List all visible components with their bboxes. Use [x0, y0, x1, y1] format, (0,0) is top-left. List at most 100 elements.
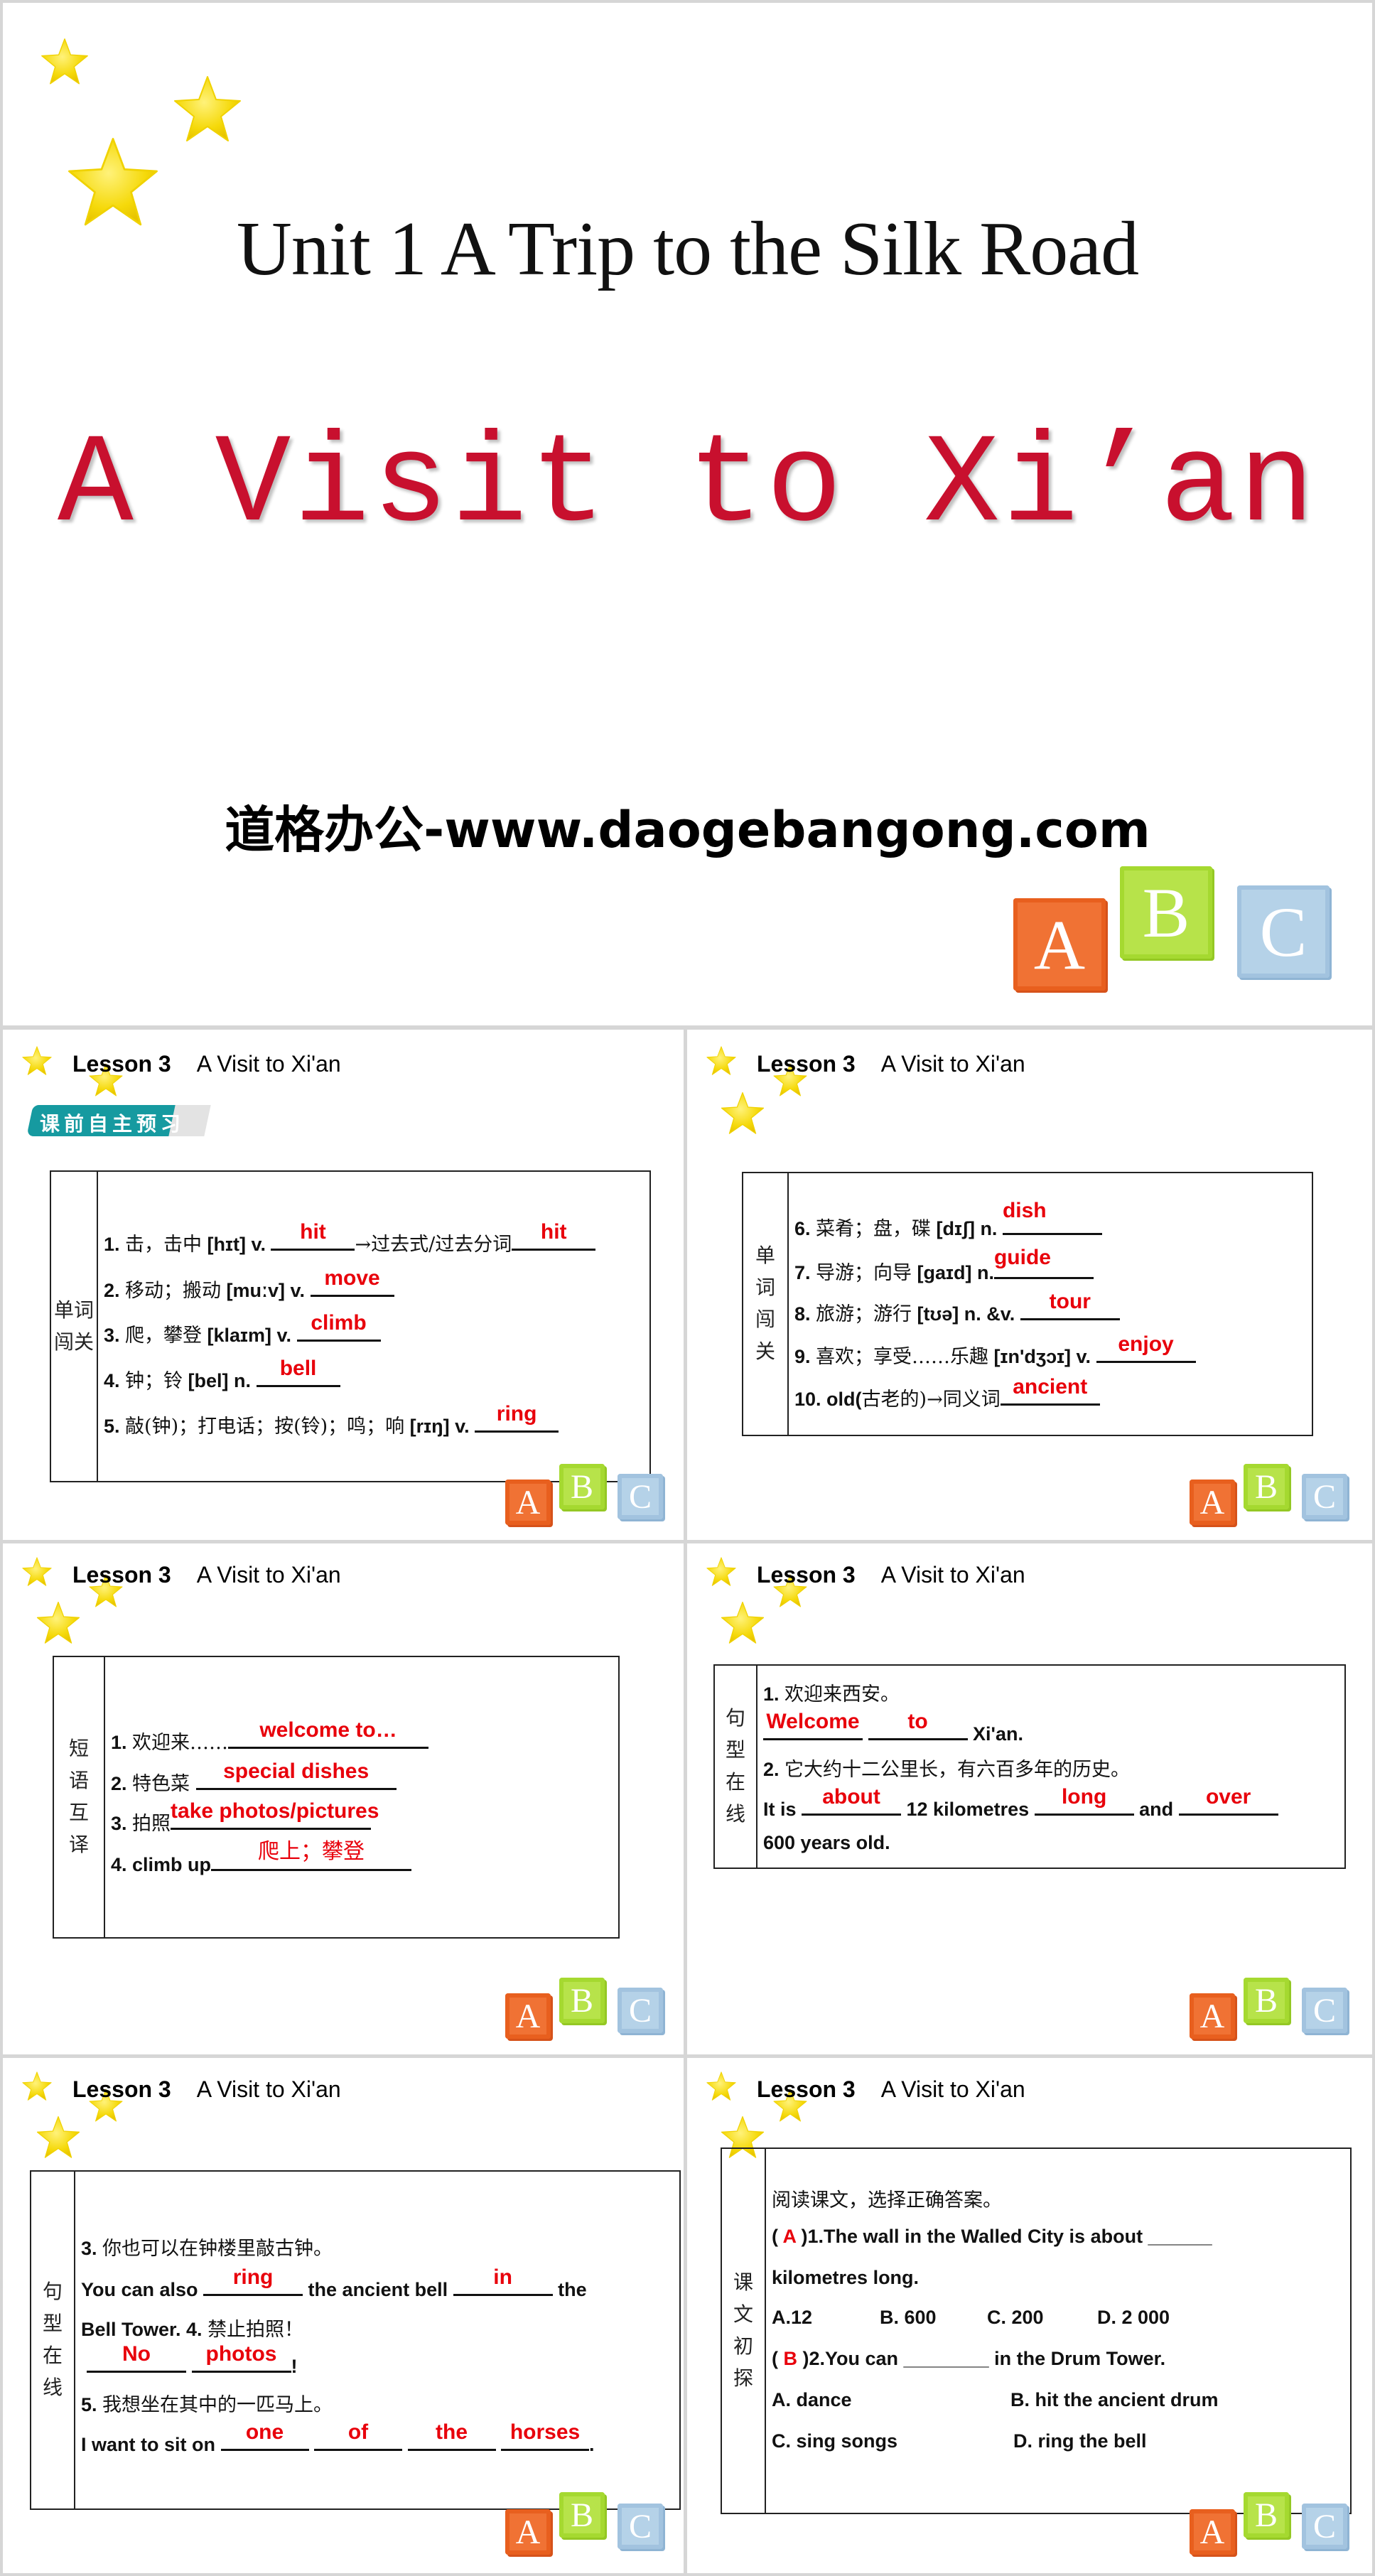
vocab-item: 10. old(古老的)→同义词 ancient [794, 1375, 1100, 1411]
option[interactable]: C. sing songs [772, 2430, 897, 2452]
quiz-question: kilometres long. [772, 2267, 920, 2288]
sentence-prompt: 2. 它大约十二公里长，有六百多年的历史。 [763, 1759, 1131, 1781]
website-watermark: 道格办公-www.daogebangong.com [225, 801, 1150, 859]
star-icon [720, 1091, 765, 1136]
vocab-item: 9. 喜欢；享受……乐趣 [ɪn'dʒɔɪ] v. enjoy [794, 1332, 1196, 1369]
answer-blank[interactable]: to [868, 1710, 968, 1740]
answer-blank[interactable]: enjoy [1096, 1332, 1196, 1363]
option[interactable]: B. hit the ancient drum [1010, 2389, 1219, 2411]
answer-blank[interactable]: climb [296, 1311, 381, 1342]
sentence-answer: Welcome to Xi'an. [763, 1710, 1023, 1745]
star-icon [706, 1556, 737, 1588]
vocab-table: 单 词 闯 关 6. 菜肴；盘，碟 [dɪʃ] n. dish 7. 导游；向导… [742, 1172, 1313, 1436]
lesson-header: Lesson 3A Visit to Xi'an [757, 1051, 1025, 1077]
star-icon [21, 1045, 53, 1077]
abc-blocks-logo: A B C [504, 2488, 681, 2559]
lesson-header: Lesson 3A Visit to Xi'an [757, 1562, 1025, 1588]
sentence-answer: I want to sit on one of the horses. [81, 2420, 595, 2455]
sentence-prompt: 5. 我想坐在其中的一匹马上。 [81, 2394, 333, 2416]
answer-blank[interactable]: 爬上；攀登 [211, 1839, 412, 1871]
quiz-table: 课 文 初 探 阅读课文，选择正确答案。 ( A )1.The wall in … [721, 2147, 1352, 2514]
banner-label: 课前自主预习 [40, 1112, 185, 1136]
star-icon [706, 1045, 737, 1077]
lesson-title: A Visit to Xi'an [196, 1051, 341, 1077]
sentence-prompt: 3. 你也可以在钟楼里敲古钟。 [81, 2238, 333, 2260]
answer-blank[interactable]: of [314, 2420, 403, 2451]
block-b: B [1120, 866, 1212, 959]
title-slide: Unit 1 A Trip to the Silk Road A Visit t… [3, 3, 1372, 1025]
phrase-item: 2. 特色菜 special dishes [111, 1759, 397, 1796]
answer-blank[interactable]: No [87, 2342, 186, 2373]
abc-blocks-logo: A B C [1188, 2488, 1366, 2559]
vocab-item: 4. 钟；铃 [bel] n. bell [104, 1357, 340, 1393]
answer-blank[interactable]: ring [203, 2265, 303, 2296]
section-banner: 课前自主预习 [26, 1105, 222, 1136]
answer-blank[interactable]: take photos/pictures [171, 1799, 379, 1830]
answer-blank[interactable]: guide [993, 1246, 1094, 1279]
answer-blank[interactable]: move [310, 1266, 394, 1297]
option[interactable]: A.12 [772, 2307, 812, 2329]
quiz-question: ( A )1.The wall in the Walled City is ab… [772, 2226, 1212, 2247]
answer-blank[interactable]: one [220, 2420, 309, 2451]
answer-blank[interactable]: about [802, 1785, 902, 1816]
answer-blank[interactable]: welcome to… [228, 1718, 429, 1749]
answer-blank[interactable]: in [453, 2265, 553, 2296]
side-label: 闯关 [53, 1330, 94, 1354]
answer-blank[interactable]: ancient [1000, 1375, 1100, 1406]
slide-vocabulary-1: Lesson 3 A Visit to Xi'an 课前自主预习 单词 闯关 1.… [3, 1030, 684, 1540]
lesson-header: Lesson 3A Visit to Xi'an [72, 1562, 341, 1588]
vocab-item: 5. 敲(钟)；打电话；按(铃)；鸣；响 [rɪŋ] v. ring [104, 1402, 559, 1438]
answer-blank[interactable]: photos [191, 2342, 291, 2373]
star-icon [21, 1556, 53, 1588]
answer-blank[interactable]: hit [512, 1220, 596, 1251]
quiz-answer: B [783, 2348, 798, 2369]
option[interactable]: D. ring the bell [1013, 2430, 1147, 2452]
answer-blank[interactable]: ring [475, 1402, 559, 1433]
abc-blocks-logo: A B C [1188, 1460, 1366, 1531]
phrase-item: 4. climb up 爬上；攀登 [111, 1839, 412, 1876]
sentence-prompt: 1. 欢迎来西安。 [763, 1683, 900, 1705]
option[interactable]: D. 2 000 [1097, 2307, 1170, 2329]
sentence-answer: 600 years old. [763, 1832, 890, 1853]
slide-sentences-2: Lesson 3A Visit to Xi'an 句 型 在 线 3. 你也可以… [3, 2058, 684, 2573]
sentence-answer: It is about 12 kilometres long and over [763, 1785, 1278, 1821]
star-icon [36, 2115, 81, 2160]
unit-title: Unit 1 A Trip to the Silk Road [236, 207, 1139, 291]
quiz-question: ( B )2.You can ________ in the Drum Towe… [772, 2348, 1166, 2369]
option[interactable]: A. dance [772, 2389, 852, 2411]
phrase-item: 3. 拍照 take photos/pictures [111, 1799, 379, 1835]
sentence-answer: No photos! [87, 2342, 298, 2378]
abc-blocks-logo: A B C [504, 1460, 681, 1531]
answer-blank[interactable]: the [407, 2420, 496, 2451]
star-icon [172, 74, 243, 145]
vocab-item: 8. 旅游；游行 [tʊə] n. &v. tour [794, 1290, 1120, 1326]
abc-blocks-logo: A B C [1006, 856, 1347, 998]
vocab-item: 6. 菜肴；盘，碟 [dɪʃ] n. dish [794, 1199, 1102, 1241]
slide-sentences-1: Lesson 3A Visit to Xi'an 句 型 在 线 1. 欢迎来西… [687, 1543, 1372, 2054]
vocab-item: 2. 移动；搬动 [muːv] v. move [104, 1266, 394, 1303]
answer-blank[interactable]: Welcome [763, 1710, 863, 1740]
answer-blank[interactable]: special dishes [195, 1759, 397, 1790]
sentence-table: 句 型 在 线 3. 你也可以在钟楼里敲古钟。 You can also rin… [30, 2170, 681, 2510]
star-icon [720, 1600, 765, 1646]
star-icon [21, 2071, 53, 2102]
option[interactable]: C. 200 [987, 2307, 1044, 2329]
block-a: A [1013, 898, 1106, 991]
option[interactable]: B. 600 [880, 2307, 937, 2329]
answer-blank[interactable]: tour [1020, 1290, 1120, 1320]
phrase-item: 1. 欢迎来…… welcome to… [111, 1718, 429, 1755]
star-icon [706, 2071, 737, 2102]
answer-blank[interactable]: bell [256, 1357, 340, 1387]
slide-phrases: Lesson 3A Visit to Xi'an 短 语 互 译 1. 欢迎来…… [3, 1543, 684, 2054]
answer-blank[interactable]: over [1178, 1785, 1278, 1816]
sentence-answer: You can also ring the ancient bell in th… [81, 2265, 587, 2300]
answer-blank[interactable]: dish [1002, 1199, 1102, 1235]
answer-blank[interactable]: long [1034, 1785, 1134, 1816]
sentence-table: 句 型 在 线 1. 欢迎来西安。 Welcome to Xi'an. 2. 它… [713, 1664, 1346, 1869]
answer-blank[interactable]: horses [501, 2420, 590, 2451]
answer-blank[interactable]: hit [271, 1220, 355, 1251]
side-label: 单词 [53, 1298, 94, 1322]
slide-vocabulary-2: Lesson 3A Visit to Xi'an 单 词 闯 关 6. 菜肴；盘… [687, 1030, 1372, 1540]
star-icon [36, 1600, 81, 1646]
abc-blocks-logo: A B C [1188, 1973, 1366, 2044]
